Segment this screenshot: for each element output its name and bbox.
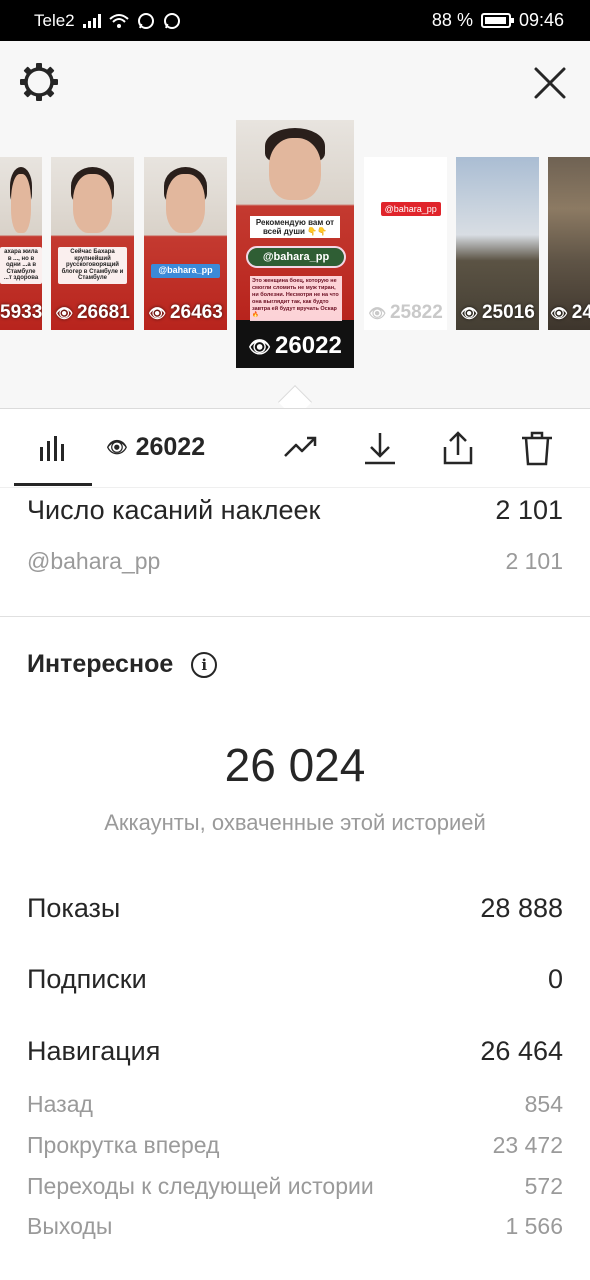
navigation-label: Навигация [27, 1036, 161, 1066]
info-icon[interactable]: i [191, 651, 218, 678]
trash-icon[interactable] [518, 429, 556, 467]
eye-icon: 👁 [550, 305, 568, 321]
status-bar: Tele2 88 % 09:46 [0, 0, 590, 41]
nav-detail-label: Прокрутка вперед [27, 1132, 220, 1158]
active-view-count: 👁 26022 [248, 332, 342, 359]
settings-gear-icon[interactable] [18, 61, 60, 103]
story-thumbnail[interactable]: @bahara_pp 👁 26463 [144, 157, 227, 330]
thumbnail-view-count: 👁 25016 [460, 302, 535, 323]
insights-bars-icon[interactable] [38, 433, 68, 463]
nav-detail-value: 854 [524, 1091, 563, 1117]
eye-icon: 👁 [55, 305, 73, 321]
share-icon[interactable] [439, 429, 477, 467]
story-thumbnail[interactable]: Сейчас Бахара крупнейший русскоговорящий… [51, 157, 134, 330]
follows-value: 0 [547, 964, 563, 994]
sticker-taps-row: Число касаний наклеек 2 101 [27, 495, 563, 526]
nav-detail-label: Переходы к следующей истории [27, 1173, 374, 1199]
nav-detail-row: Выходы 1 566 [27, 1213, 563, 1240]
recommend-text: Рекомендую вам от всей души 👇👇 [250, 216, 340, 239]
impressions-label: Показы [27, 893, 121, 923]
whatsapp-icon [137, 12, 154, 29]
nav-detail-value: 1 566 [505, 1213, 563, 1239]
thumbnail-view-count: 5933 [0, 302, 42, 323]
nav-detail-value: 23 472 [492, 1132, 563, 1158]
eye-icon: 👁 [368, 305, 386, 321]
eye-icon: 👁 [248, 337, 272, 357]
impressions-row: Показы 28 888 [27, 893, 563, 924]
story-thumbnail[interactable]: 👁 25016 [456, 157, 539, 330]
battery-icon [480, 13, 514, 28]
nav-detail-label: Назад [27, 1091, 93, 1117]
story-thumbnail[interactable]: @bahara_pp 👁 25822 [364, 157, 447, 330]
eye-icon: 👁 [460, 305, 478, 321]
thumbnail-view-count: 👁 26681 [55, 302, 130, 323]
story-thumbnail[interactable]: ахара жила в ..., но в одни ...а в Стамб… [0, 157, 42, 330]
impressions-value: 28 888 [480, 893, 563, 923]
sticker-mention-label: @bahara_pp [27, 548, 161, 574]
insights-toolbar: 👁 26022 [0, 408, 590, 488]
sticker-taps-label: Число касаний наклеек [27, 495, 321, 525]
story-preview-area: ахара жила в ..., но в одни ...а в Стамб… [0, 41, 590, 419]
views-count[interactable]: 👁 26022 [106, 433, 205, 462]
follows-label: Подписки [27, 964, 147, 994]
thumbnail-caption: Сейчас Бахара крупнейший русскоговорящий… [57, 246, 128, 284]
reach-label: Аккаунты, охваченные этой историей [104, 810, 486, 835]
thumbnail-view-count: 👁 26463 [148, 302, 223, 323]
sticker-mention-row: @bahara_pp 2 101 [27, 548, 563, 575]
sticker-taps-value: 2 101 [495, 495, 563, 525]
mention-sticker[interactable]: @bahara_pp [246, 246, 346, 268]
discovery-section-title: Интересное i [27, 650, 218, 679]
mention-tag: @bahara_pp [380, 201, 441, 216]
follows-row: Подписки 0 [27, 964, 563, 995]
thumbnail-view-count: 👁 25822 [368, 302, 443, 323]
whatsapp-icon [163, 12, 180, 29]
reach-value: 26 024 [224, 739, 366, 791]
active-tab-underline [14, 483, 92, 486]
active-story-thumbnail[interactable]: Рекомендую вам от всей души 👇👇 @bahara_p… [236, 120, 354, 368]
eye-icon: 👁 [106, 437, 128, 457]
eye-icon: 👁 [148, 305, 166, 321]
nav-detail-label: Выходы [27, 1213, 113, 1239]
nav-detail-row: Назад 854 [27, 1091, 563, 1118]
story-thumbnail[interactable]: 👁 24 [548, 157, 590, 330]
sticker-mention-value: 2 101 [505, 548, 563, 574]
clock: 09:46 [518, 10, 564, 30]
signal-icon [82, 13, 101, 28]
thumbnail-caption: @bahara_pp [150, 264, 221, 279]
nav-detail-row: Переходы к следующей истории 572 [27, 1173, 563, 1200]
carrier-label: Tele2 [34, 10, 75, 30]
nav-detail-value: 572 [524, 1173, 563, 1199]
divider [0, 616, 590, 617]
download-icon[interactable] [361, 429, 399, 467]
thumbnail-caption: ахара жила в ..., но в одни ...а в Стамб… [0, 246, 42, 284]
story-description: Это женщина боец, которую не смогли слом… [250, 276, 342, 322]
close-icon[interactable] [528, 61, 572, 105]
navigation-row: Навигация 26 464 [27, 1036, 563, 1067]
navigation-value: 26 464 [480, 1036, 563, 1066]
wifi-icon [108, 13, 129, 28]
trending-icon[interactable] [282, 429, 320, 467]
thumbnail-view-count: 👁 24 [550, 302, 590, 323]
nav-detail-row: Прокрутка вперед 23 472 [27, 1132, 563, 1159]
battery-percent: 88 % [431, 10, 473, 30]
